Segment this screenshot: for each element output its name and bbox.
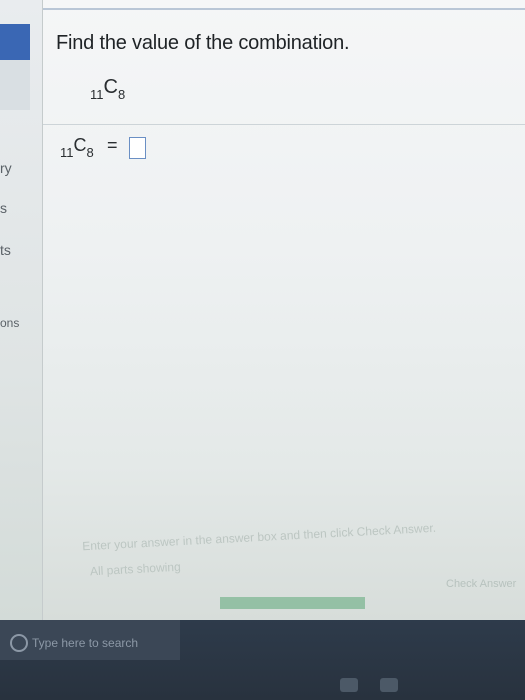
left-sidebar xyxy=(0,0,43,620)
top-divider xyxy=(43,8,525,10)
sidebar-active-item[interactable] xyxy=(0,24,30,60)
search-icon xyxy=(10,634,28,652)
progress-bar xyxy=(220,597,365,609)
sidebar-item-label[interactable]: s xyxy=(0,200,7,216)
answer-r: 8 xyxy=(86,145,94,160)
taskbar-app-icon[interactable] xyxy=(380,678,398,692)
sidebar-item[interactable] xyxy=(0,60,30,110)
answer-label: 11C8 xyxy=(60,135,94,160)
taskbar-app-icon[interactable] xyxy=(340,678,358,692)
search-placeholder: Type here to search xyxy=(32,636,139,650)
sidebar-item-label[interactable]: ry xyxy=(0,160,12,176)
equals-sign: = xyxy=(107,135,118,155)
combination-expression: 11C8 xyxy=(90,76,125,102)
sidebar-item-label[interactable]: ts xyxy=(0,242,11,258)
combination-r: 8 xyxy=(117,87,126,102)
answer-symbol: C xyxy=(73,135,87,155)
combination-n: 11 xyxy=(90,87,104,102)
combination-symbol: C xyxy=(103,76,118,98)
answer-input[interactable] xyxy=(129,137,146,159)
answer-n: 11 xyxy=(60,145,74,160)
question-prompt: Find the value of the combination. xyxy=(56,32,350,54)
check-answer-button[interactable]: Check Answer xyxy=(446,578,516,590)
sidebar-item-label[interactable]: ons xyxy=(0,316,19,330)
section-divider xyxy=(43,124,525,125)
